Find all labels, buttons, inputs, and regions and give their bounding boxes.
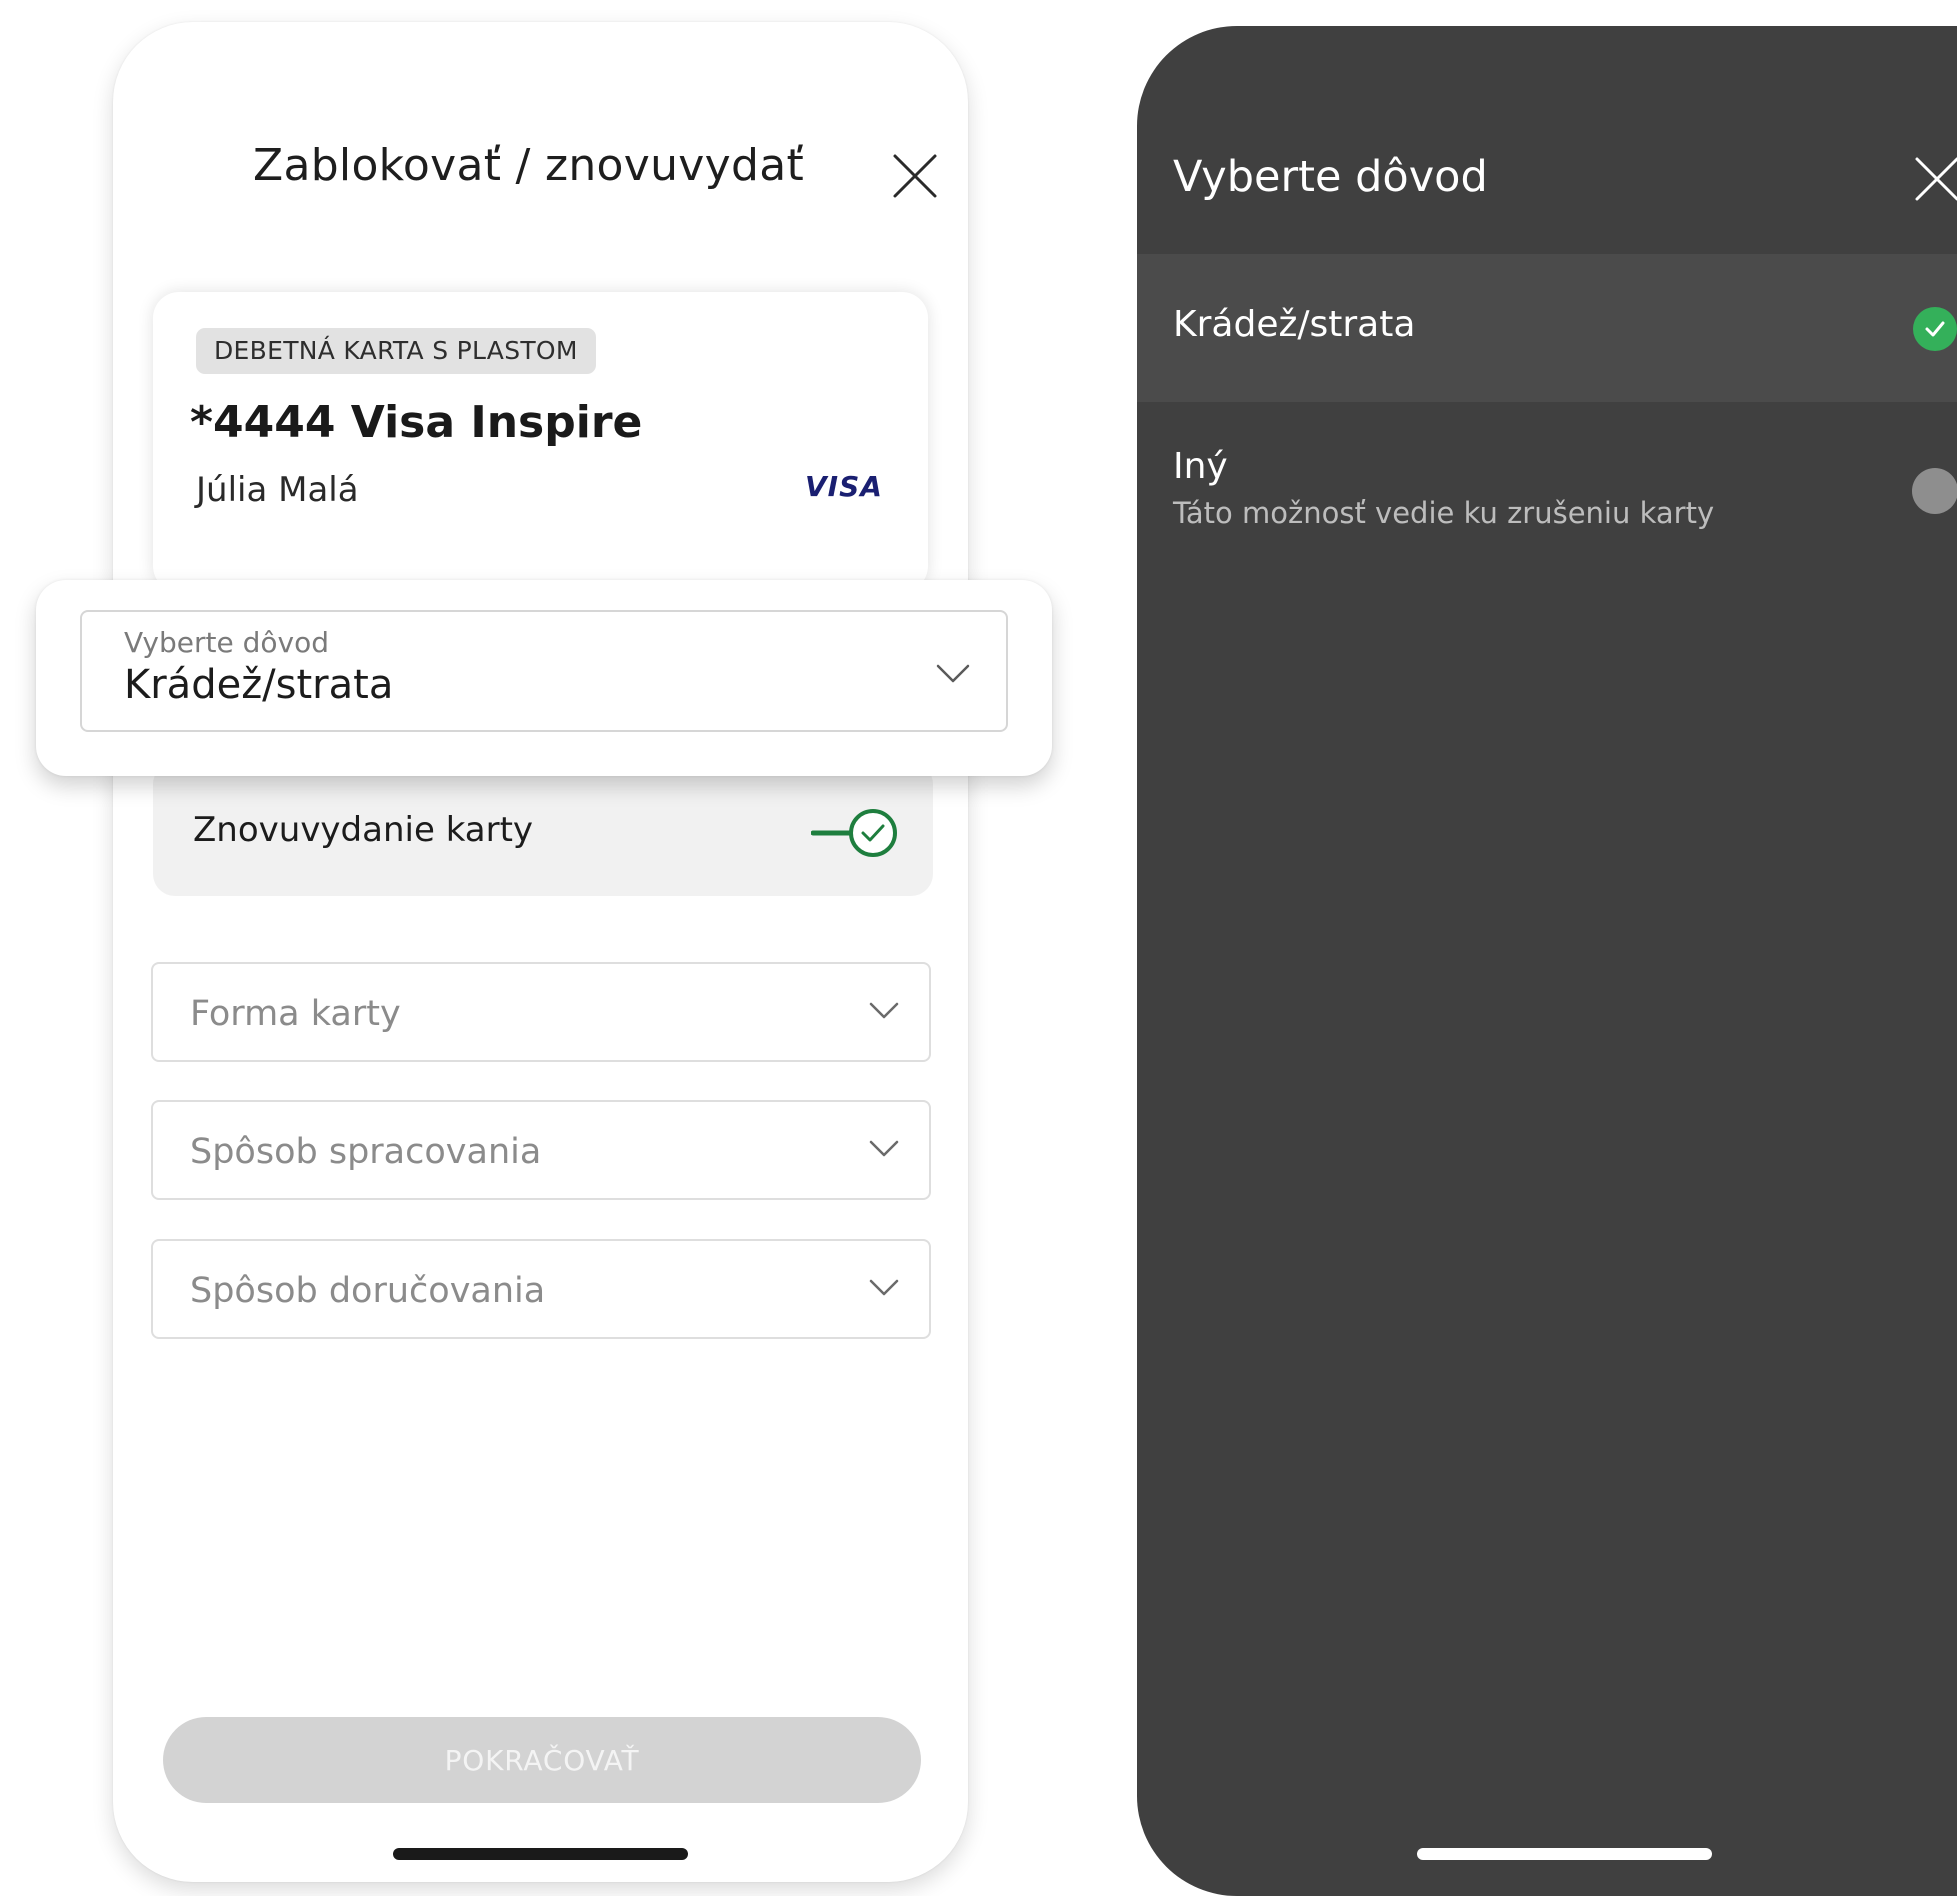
close-icon[interactable] [889,150,941,202]
check-circle-icon [1912,306,1957,352]
home-indicator[interactable] [393,1848,688,1860]
reason-select-value: Krádež/strata [124,662,394,708]
processing-method-select[interactable]: Spôsob spracovania [151,1100,931,1200]
card-type-badge: DEBETNÁ KARTA S PLASTOM [196,328,596,374]
card-summary: DEBETNÁ KARTA S PLASTOM *4444 Visa Inspi… [153,292,928,592]
left-phone-screen: Zablokovať / znovuvydať DEBETNÁ KARTA S … [113,22,968,1882]
card-holder-name: Júlia Malá [196,470,359,510]
right-phone-screen: Vyberte dôvod Krádež/strata Iný Táto mož… [1137,26,1957,1896]
visa-logo: VISA [805,470,883,503]
radio-unselected-icon [1912,468,1957,514]
reissue-card-label: Znovuvydanie karty [193,810,534,850]
chevron-down-icon [869,1002,899,1019]
delivery-method-placeholder: Spôsob doručovania [190,1271,546,1311]
close-icon[interactable] [1912,154,1957,204]
continue-button[interactable]: POKRAČOVAŤ [163,1717,921,1803]
chevron-down-icon [869,1279,899,1296]
card-form-placeholder: Forma karty [190,994,401,1034]
card-name: *4444 Visa Inspire [190,397,643,448]
reason-option-theft[interactable]: Krádež/strata [1137,254,1957,402]
reissue-card-row: Znovuvydanie karty [153,762,933,896]
chevron-down-icon [936,664,970,683]
card-form-select[interactable]: Forma karty [151,962,931,1062]
page-title: Zablokovať / znovuvydať [253,140,805,191]
reason-option-other[interactable]: Iný Táto možnosť vedie ku zrušeniu karty [1137,426,1957,576]
reason-select[interactable]: Vyberte dôvod Krádež/strata [80,610,1008,732]
sheet-title: Vyberte dôvod [1173,152,1488,202]
delivery-method-select[interactable]: Spôsob doručovania [151,1239,931,1339]
reason-option-label: Iný [1173,446,1228,487]
processing-method-placeholder: Spôsob spracovania [190,1132,542,1172]
reason-select-caption: Vyberte dôvod [124,626,329,659]
reason-option-subtitle: Táto možnosť vedie ku zrušeniu karty [1173,496,1715,530]
reason-option-label: Krádež/strata [1173,304,1416,345]
chevron-down-icon [869,1140,899,1157]
reason-select-popup: Vyberte dôvod Krádež/strata [36,580,1052,776]
home-indicator[interactable] [1417,1848,1712,1860]
reissue-card-toggle[interactable] [810,807,903,859]
